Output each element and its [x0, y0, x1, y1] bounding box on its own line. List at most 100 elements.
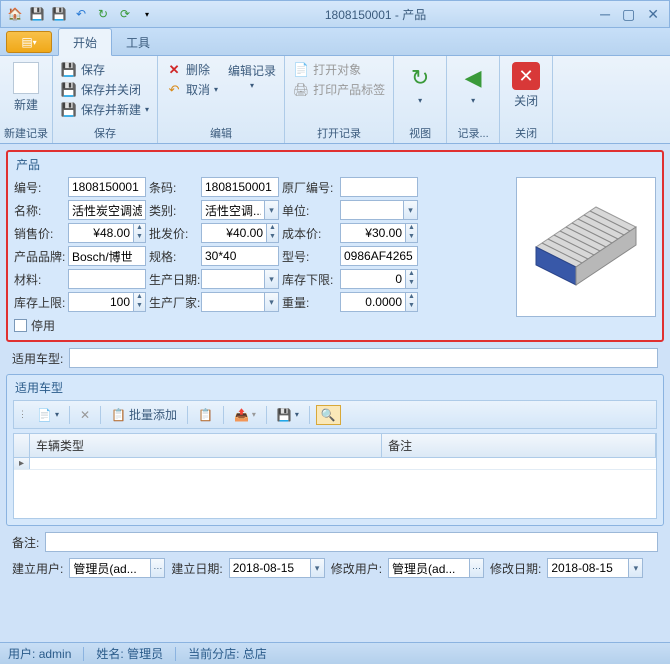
- max-stock-input[interactable]: [68, 292, 134, 312]
- qat-redo-icon[interactable]: ↻: [93, 4, 113, 24]
- tab-start[interactable]: 开始: [58, 28, 112, 56]
- lbl-spec: 规格:: [149, 248, 199, 265]
- mfr-select[interactable]: [201, 292, 265, 312]
- wholesale-input[interactable]: [201, 223, 267, 243]
- lbl-barcode: 条码:: [149, 179, 199, 196]
- spinner[interactable]: ▲▼: [406, 292, 418, 312]
- category-select[interactable]: [201, 200, 265, 220]
- open-object-button[interactable]: 📄打开对象: [289, 60, 389, 79]
- cancel-button[interactable]: ↶取消▾: [162, 80, 222, 99]
- edit-record-button[interactable]: 编辑记录▾: [224, 58, 280, 94]
- ribbon-tabs: ▤▾ 开始 工具: [0, 28, 670, 56]
- new-button[interactable]: 新建: [4, 58, 48, 117]
- qat-undo-icon[interactable]: ↶: [71, 4, 91, 24]
- table-row[interactable]: ▸: [14, 458, 656, 470]
- file-menu-button[interactable]: ▤▾: [6, 31, 52, 53]
- col-note[interactable]: 备注: [382, 434, 656, 457]
- brand-input[interactable]: [68, 246, 146, 266]
- filter-icon: [521, 182, 651, 312]
- export-icon: 📤: [234, 408, 249, 422]
- lbl-remark: 备注:: [12, 534, 39, 551]
- lbl-mod-user: 修改用户:: [331, 560, 382, 577]
- applicable-table: 车辆类型 备注 ▸: [13, 433, 657, 519]
- tb-new-button[interactable]: 📄▾: [33, 406, 63, 424]
- chevron-down-icon[interactable]: ▾: [265, 292, 279, 312]
- create-user-input[interactable]: [69, 558, 151, 578]
- open-object-icon: 📄: [293, 62, 309, 78]
- print-icon: 🖨: [293, 82, 309, 98]
- maximize-button[interactable]: ▢: [622, 6, 635, 23]
- lbl-brand: 产品品牌:: [14, 248, 66, 265]
- lbl-code: 编号:: [14, 179, 66, 196]
- disabled-checkbox[interactable]: 停用: [14, 315, 510, 334]
- tb-copy-button[interactable]: 📋: [194, 406, 217, 424]
- oem-input[interactable]: [340, 177, 418, 197]
- name-input[interactable]: [68, 200, 146, 220]
- barcode-input[interactable]: [201, 177, 279, 197]
- save-new-button[interactable]: 💾保存并新建▾: [57, 100, 153, 119]
- qat-refresh-icon[interactable]: ⟳: [115, 4, 135, 24]
- spinner[interactable]: ▲▼: [267, 223, 279, 243]
- chevron-down-icon[interactable]: ▾: [629, 558, 643, 578]
- records-nav-button[interactable]: ◀ ▾: [451, 58, 495, 109]
- remark-input[interactable]: [45, 532, 658, 552]
- chevron-down-icon[interactable]: ▾: [311, 558, 325, 578]
- product-image[interactable]: [516, 177, 656, 317]
- view-button[interactable]: ↻ ▾: [398, 58, 442, 109]
- tb-save-button[interactable]: 💾▾: [273, 406, 303, 424]
- tb-batch-add-button[interactable]: 📋批量添加: [107, 404, 181, 425]
- applicable-panel-title: 适用车型: [13, 379, 657, 400]
- qat-dropdown-icon[interactable]: ▾: [137, 4, 157, 24]
- spinner[interactable]: ▲▼: [406, 223, 418, 243]
- lbl-create-user: 建立用户:: [12, 560, 63, 577]
- lbl-name: 名称:: [14, 202, 66, 219]
- model-input[interactable]: [340, 246, 418, 266]
- spinner[interactable]: ▲▼: [406, 269, 418, 289]
- tb-delete-button[interactable]: ✕: [76, 406, 94, 424]
- tb-search-button[interactable]: 🔍: [316, 405, 341, 425]
- group-edit-label: 编辑: [162, 123, 280, 143]
- ellipsis-icon[interactable]: ⋯: [151, 558, 165, 578]
- spec-input[interactable]: [201, 246, 279, 266]
- applicable-inline-input[interactable]: [69, 348, 658, 368]
- sale-price-input[interactable]: [68, 223, 134, 243]
- min-stock-input[interactable]: [340, 269, 406, 289]
- lbl-mfg-date: 生产日期:: [149, 271, 199, 288]
- print-label-button[interactable]: 🖨打印产品标签: [289, 80, 389, 99]
- code-input[interactable]: [68, 177, 146, 197]
- close-button[interactable]: ✕ 关闭: [504, 58, 548, 113]
- unit-select[interactable]: [340, 200, 404, 220]
- lbl-cost: 成本价:: [282, 225, 338, 242]
- status-name: 管理员: [127, 647, 163, 661]
- delete-button[interactable]: ✕删除: [162, 60, 222, 79]
- refresh-view-icon: ↻: [404, 62, 436, 94]
- qat-save-icon[interactable]: 💾: [27, 4, 47, 24]
- close-window-button[interactable]: ✕: [647, 6, 659, 23]
- tab-tools[interactable]: 工具: [112, 29, 164, 55]
- material-input[interactable]: [68, 269, 146, 289]
- save-icon: 💾: [61, 62, 77, 78]
- chevron-down-icon[interactable]: ▾: [404, 200, 418, 220]
- chevron-down-icon[interactable]: ▾: [265, 269, 279, 289]
- batch-icon: 📋: [111, 408, 126, 422]
- chevron-down-icon[interactable]: ▾: [265, 200, 279, 220]
- weight-input[interactable]: [340, 292, 406, 312]
- save-close-button[interactable]: 💾保存并关闭: [57, 80, 153, 99]
- minimize-button[interactable]: ─: [600, 6, 610, 23]
- mod-date-input[interactable]: [547, 558, 629, 578]
- spinner[interactable]: ▲▼: [134, 223, 146, 243]
- mod-user-input[interactable]: [388, 558, 470, 578]
- group-new-label: 新建记录: [4, 123, 48, 143]
- col-vehicle-type[interactable]: 车辆类型: [30, 434, 382, 457]
- search-icon: 🔍: [321, 408, 336, 422]
- status-bar: 用户: admin 姓名: 管理员 当前分店: 总店: [0, 642, 670, 664]
- save-button[interactable]: 💾保存: [57, 60, 153, 79]
- cost-input[interactable]: [340, 223, 406, 243]
- tb-export-button[interactable]: 📤▾: [230, 406, 260, 424]
- create-date-input[interactable]: [229, 558, 311, 578]
- ribbon: 新建 新建记录 💾保存 💾保存并关闭 💾保存并新建▾ 保存 ✕删除 ↶取消▾ 编…: [0, 56, 670, 144]
- spinner[interactable]: ▲▼: [134, 292, 146, 312]
- qat-saveclose-icon[interactable]: 💾: [49, 4, 69, 24]
- mfg-date-input[interactable]: [201, 269, 265, 289]
- ellipsis-icon[interactable]: ⋯: [470, 558, 484, 578]
